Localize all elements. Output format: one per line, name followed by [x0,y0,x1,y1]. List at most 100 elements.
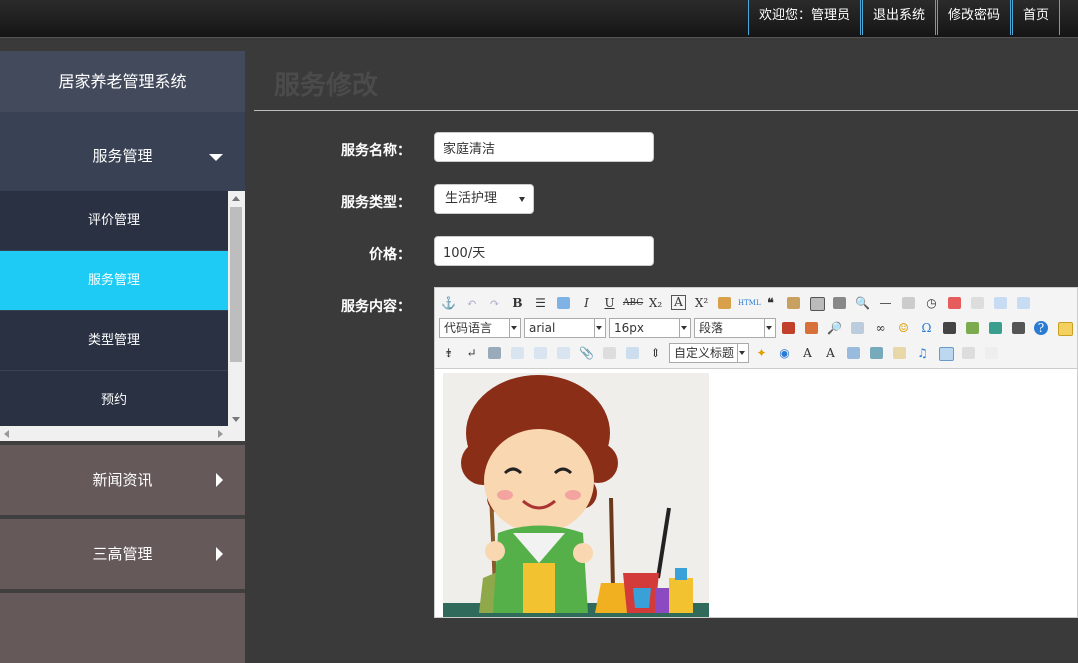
change-password-link[interactable]: 修改密码 [936,0,1011,35]
horizontal-scrollbar[interactable] [0,426,228,441]
link-icon[interactable]: ∞ [871,319,890,337]
indent-icon[interactable]: ☰ [531,294,550,312]
strikethrough-icon[interactable]: ABC [623,294,643,312]
combo-divider [764,319,765,337]
toolbar-row: 代码语言 arial 16px 段落 🔎 ∞ ☺ Ω ? [439,317,1077,339]
clear-format-icon[interactable] [715,294,734,312]
horizontal-rule-icon[interactable]: — [876,294,895,312]
line-height-icon[interactable]: ⇕ [646,344,665,362]
italic-icon[interactable]: I [577,294,596,312]
auto-typeset-icon[interactable] [807,294,826,312]
scroll-right-icon[interactable] [218,430,223,438]
sidebar-item-types[interactable]: 类型管理 [0,311,228,371]
menu-group-service-management[interactable]: 服务管理 [0,112,245,191]
sidebar-item-services[interactable]: 服务管理 [0,251,228,311]
scroll-left-icon[interactable] [4,430,9,438]
code-language-select[interactable]: 代码语言 [439,318,521,338]
row-spacing-top-icon[interactable]: ⇟ [439,344,458,362]
chevron-down-icon [739,351,745,355]
insert-frame-icon[interactable] [485,344,504,362]
service-type-label: 服务类型： [341,195,411,211]
page-break-icon[interactable] [600,344,619,362]
line-break-icon[interactable]: ↵ [462,344,481,362]
editor-content[interactable] [435,369,1077,617]
scrawl-icon[interactable] [890,344,909,362]
template-icon[interactable] [844,344,863,362]
emoticon-icon[interactable]: ☺ [894,319,913,337]
toolbar-row: ⇟ ↵ 📎 ⇕ 自定义标题 ✦ ◉ A A ♫ [439,342,1005,364]
video-icon[interactable] [1009,319,1028,337]
main-content: 服务修改 服务名称： 服务类型： 生活护理 价格： 服务内容： ⚓ ↶ ↷ B … [254,51,1078,618]
print-icon[interactable] [830,294,849,312]
align-center-icon[interactable] [531,344,550,362]
cleaning-lady-image [443,373,709,617]
blockquote-icon[interactable]: ❝ [761,294,780,312]
special-char-icon[interactable]: Ω [917,319,936,337]
anchor-icon[interactable]: ⚓ [439,294,458,312]
logout-link[interactable]: 退出系统 [861,0,936,35]
align-left-icon[interactable] [508,344,527,362]
price-input[interactable] [434,236,654,266]
time-icon[interactable]: ◷ [922,294,941,312]
preview-icon[interactable]: 🔍 [853,294,872,312]
scroll-down-icon[interactable] [232,417,240,422]
magic-wand-icon[interactable]: ✦ [752,344,771,362]
scroll-up-icon[interactable] [232,196,240,201]
menu-group-news[interactable]: 新闻资讯 [0,445,245,515]
font-family-select[interactable]: arial [524,318,606,338]
underline-icon[interactable]: U [600,294,619,312]
menu-group-three-highs[interactable]: 三高管理 [0,519,245,589]
image-icon[interactable] [779,319,798,337]
menu-group-partial[interactable] [0,593,245,663]
delete-table-icon[interactable] [959,344,978,362]
eraser-icon[interactable] [899,294,918,312]
date-icon[interactable] [945,294,964,312]
vertical-scrollbar[interactable] [228,191,245,426]
font-size-select[interactable]: 16px [609,318,691,338]
sidebar-item-appointments[interactable]: 预约 [0,371,228,426]
format-painter-icon[interactable] [554,294,573,312]
insert-table-icon[interactable] [936,344,955,362]
music-icon[interactable]: ♫ [913,344,932,362]
background-icon[interactable]: ◉ [775,344,794,362]
superscript-icon[interactable]: X² [692,294,711,312]
scrollbar-thumb[interactable] [230,207,242,362]
align-right-icon[interactable] [554,344,573,362]
redo-icon[interactable]: ↷ [485,294,504,312]
html-source-icon[interactable]: HTML [738,294,761,312]
font-color-icon[interactable]: A [798,344,817,362]
binoculars-icon[interactable] [940,319,959,337]
unlink-icon[interactable] [968,294,987,312]
table-icon[interactable] [867,344,886,362]
gmap-icon[interactable] [986,319,1005,337]
multi-image-icon[interactable] [802,319,821,337]
align-justify-icon[interactable] [1055,319,1074,337]
sidebar-item-reviews[interactable]: 评价管理 [0,191,228,251]
insert-column-icon[interactable] [991,294,1010,312]
paragraph-select[interactable]: 段落 [694,318,776,338]
top-bar: 欢迎您：管理员 退出系统 修改密码 首页 [0,0,1078,38]
custom-title-select[interactable]: 自定义标题 [669,343,749,363]
undo-icon[interactable]: ↶ [462,294,481,312]
font-border-icon[interactable]: A [669,294,688,312]
home-link[interactable]: 首页 [1011,0,1060,35]
back-color-icon[interactable]: A [821,344,840,362]
font-size-value: 16px [614,321,644,335]
rich-text-editor[interactable]: ⚓ ↶ ↷ B ☰ I U ABC X₂ A X² HTML ❝ 🔍 — ◷ 代… [434,287,1078,618]
copy-icon[interactable] [848,319,867,337]
service-name-input[interactable] [434,132,654,162]
word-image-icon[interactable] [623,344,642,362]
help-icon[interactable]: ? [1032,319,1051,337]
service-type-select[interactable]: 生活护理 [434,184,534,214]
service-content-label: 服务内容： [341,299,411,315]
caret-down-icon [209,154,223,161]
paste-text-icon[interactable] [784,294,803,312]
attachment-icon[interactable]: 📎 [577,344,596,362]
bold-icon[interactable]: B [508,294,527,312]
subscript-icon[interactable]: X₂ [646,294,665,312]
system-title: 居家养老管理系统 [0,51,245,112]
insert-row-icon[interactable] [1014,294,1033,312]
search-replace-icon[interactable]: 🔎 [825,319,844,337]
merge-cells-icon[interactable] [982,344,1001,362]
map-icon[interactable] [963,319,982,337]
